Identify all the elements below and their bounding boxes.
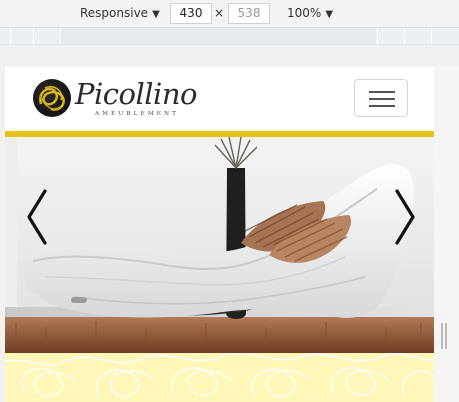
site-logo[interactable]: Picollino AMEUBLEMENT: [33, 77, 203, 123]
hamburger-icon: [369, 91, 395, 93]
ruler-segment: [404, 28, 405, 44]
ruler-segment: [60, 28, 61, 44]
dimension-separator: ×: [214, 6, 225, 20]
devtools-toolbar: Responsive ▼ 430 × 538 100% ▼: [0, 0, 459, 28]
dropdown-caret-icon: ▼: [152, 9, 160, 20]
media-query-range: [60, 28, 376, 44]
ruler-segment: [377, 28, 378, 44]
page-viewport: Picollino AMEUBLEMENT: [5, 67, 434, 402]
hero-carousel: [5, 137, 434, 353]
ruler-segment: [10, 28, 11, 44]
brand-tagline: AMEUBLEMENT: [95, 111, 180, 117]
menu-toggle-button[interactable]: [354, 79, 408, 117]
logo-emblem: [33, 79, 71, 117]
chevron-left-icon: [27, 189, 47, 245]
hamburger-icon: [369, 105, 395, 107]
ruler-segment: [431, 28, 432, 44]
swirl-pattern: [5, 353, 434, 399]
width-input[interactable]: 430: [170, 3, 212, 24]
zoom-label: 100%: [287, 6, 322, 20]
height-input[interactable]: 538: [228, 3, 270, 24]
chevron-right-icon: [395, 189, 415, 245]
zoom-select[interactable]: 100% ▼: [287, 6, 333, 20]
media-query-bar[interactable]: [0, 28, 459, 45]
device-label: Responsive: [80, 6, 149, 20]
hero-image: [5, 137, 434, 353]
hamburger-icon: [369, 98, 395, 100]
dropdown-caret-icon: ▼: [325, 9, 334, 20]
site-header: Picollino AMEUBLEMENT: [5, 67, 434, 131]
carousel-next-button[interactable]: [391, 187, 421, 247]
brand-name: Picollino: [75, 77, 197, 111]
resize-handle[interactable]: [441, 323, 447, 349]
ruler-segment: [33, 28, 34, 44]
carousel-prev-button[interactable]: [21, 187, 51, 247]
device-select[interactable]: Responsive ▼: [80, 6, 160, 20]
decorative-pattern-section: [5, 353, 434, 402]
viewport-resize-rail: [434, 67, 459, 402]
